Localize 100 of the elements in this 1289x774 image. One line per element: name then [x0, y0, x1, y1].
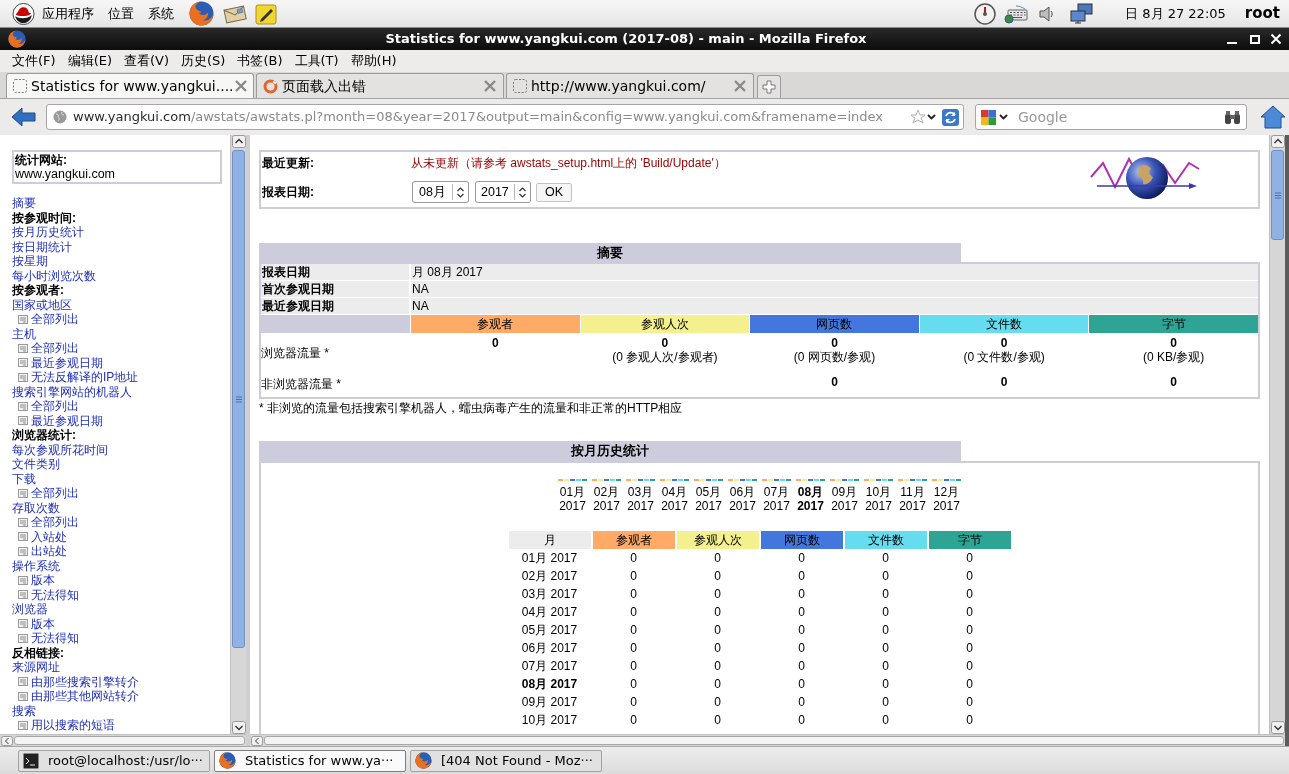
menu-link[interactable]: 由那些搜索引擎转介 [31, 674, 139, 689]
menu-link[interactable]: 由那些其他网站转介 [31, 689, 139, 704]
menu-link[interactable]: 按日期统计 [12, 239, 72, 254]
caret-icon[interactable] [999, 114, 1008, 120]
menu-link[interactable]: 全部列出 [31, 341, 79, 356]
menu-link[interactable]: 全部列出 [31, 312, 79, 327]
menu-link[interactable]: 无法得知 [31, 631, 79, 646]
caret-icon[interactable] [927, 114, 936, 120]
menu-item[interactable]: 帮助(H) [344, 52, 403, 70]
menu-link[interactable]: 出站处 [31, 544, 67, 559]
site-name: www.yangkui.com [15, 167, 116, 181]
menu-link[interactable]: 来源网址 [12, 660, 60, 675]
summary-value: 0 [831, 375, 838, 389]
chart-month-label: 03月 [627, 485, 654, 499]
menu-item[interactable]: 编辑(E) [61, 52, 118, 70]
menu-link[interactable]: 用以搜索的短语 [31, 718, 115, 733]
menu-link[interactable]: 无法反解译的IP地址 [31, 370, 139, 385]
panel-menu[interactable]: 系统 [148, 5, 174, 22]
vertical-scrollbar[interactable] [1269, 135, 1285, 734]
menu-item[interactable]: 查看(V) [118, 52, 176, 70]
scrollbar-thumb[interactable] [264, 736, 1284, 745]
summary-value: 0 [831, 336, 838, 350]
search-input[interactable]: Google [1018, 106, 1224, 128]
menu-item[interactable]: 工具(T) [288, 52, 345, 70]
spinner-arrows-icon[interactable] [518, 185, 527, 199]
menu-link[interactable]: 摘要 [12, 196, 36, 211]
maximize-icon[interactable] [1250, 34, 1260, 44]
table-cell-text: 0 [798, 604, 805, 621]
browser-tab[interactable]: 页面载入出错 [256, 73, 504, 98]
taskbar-button[interactable]: root@localhost:/usr/lo··· [18, 749, 210, 772]
table-cell-text: 01月 2017 [521, 550, 578, 567]
menu-link[interactable]: 按星期 [12, 254, 48, 269]
info-label: 报表日期 [261, 264, 409, 280]
browser-icon[interactable] [415, 752, 432, 769]
horizontal-scrollbar[interactable] [0, 734, 246, 746]
back-icon[interactable] [11, 106, 36, 128]
table-cell-text: 0 [714, 694, 721, 711]
menu-link[interactable]: 版本 [31, 573, 55, 588]
envelope-icon[interactable] [223, 3, 247, 24]
chart-month-label: 09月 [831, 485, 858, 499]
menu-item[interactable]: 文件(F) [6, 52, 62, 70]
taskbar-button[interactable]: [404 Not Found - Moz··· [410, 749, 602, 772]
list-icon [18, 517, 28, 527]
year-select[interactable]: 2017 [475, 181, 531, 203]
speaker-icon[interactable] [1039, 4, 1056, 23]
browser-tab[interactable]: http://www.yangkui.com/ [506, 73, 754, 98]
panel-menu[interactable]: 位置 [108, 5, 134, 22]
menu-link[interactable]: 国家或地区 [12, 297, 72, 312]
search-field[interactable]: Google [975, 104, 1247, 130]
summary-value: 0 [1000, 375, 1008, 389]
menu-link[interactable]: 浏览器 [12, 602, 48, 617]
menu-link[interactable]: 版本 [31, 616, 55, 631]
menu-link[interactable]: 文件类别 [12, 457, 60, 472]
summary-note: (0 文件数/参观) [963, 350, 1045, 364]
reload-icon[interactable] [942, 108, 959, 126]
address-field[interactable]: www.yangkui.com/awstats/awstats.pl?month=08&year=2017&output=main&config=www.yangkui.com&framename=index [46, 104, 964, 130]
menu-link[interactable]: 全部列出 [31, 399, 79, 414]
menu-link[interactable]: 操作系统 [12, 558, 60, 573]
ok-button[interactable]: OK [536, 182, 572, 202]
spinner-arrows-icon[interactable] [456, 185, 465, 199]
scrollbar-thumb[interactable] [232, 150, 245, 648]
new-tab-button[interactable] [757, 75, 781, 98]
hat-logo-icon[interactable] [12, 2, 35, 25]
menu-link[interactable]: 每次参观所花时间 [12, 442, 108, 457]
menu-link[interactable]: 最近参观日期 [31, 413, 103, 428]
menu-link[interactable]: 下载 [12, 471, 36, 486]
keyboard-icon[interactable] [1004, 3, 1029, 24]
menu-link[interactable]: 全部列出 [31, 515, 79, 530]
menu-link[interactable]: 主机 [12, 326, 36, 341]
menu-link[interactable]: 无法得知 [31, 587, 79, 602]
month-select[interactable]: 08月 [412, 181, 469, 203]
search-engine-icon[interactable] [981, 109, 996, 125]
scrollbar-thumb[interactable] [1271, 150, 1284, 240]
panel-menu[interactable]: 应用程序 [42, 5, 94, 22]
menu-link[interactable]: 最近参观日期 [31, 355, 103, 370]
menu-link[interactable]: 入站处 [31, 529, 67, 544]
globe-icon [53, 110, 67, 124]
menu-item[interactable]: 书签(B) [231, 52, 289, 70]
vertical-scrollbar[interactable] [230, 135, 246, 734]
network-icon[interactable] [1070, 2, 1094, 25]
terminal-icon[interactable] [23, 752, 39, 769]
menu-link[interactable]: 搜索 [12, 703, 36, 718]
menu-item[interactable]: 历史(S) [175, 52, 232, 70]
binoculars-icon[interactable] [1224, 109, 1241, 125]
browser-tab[interactable]: Statistics for www.yangkui.... [6, 73, 254, 98]
browser-icon[interactable] [189, 1, 214, 26]
menu-link[interactable]: 按月历史统计 [12, 225, 84, 240]
menu-link[interactable]: 存取次数 [12, 500, 60, 515]
taskbar-button[interactable]: Statistics for www.ya··· [214, 749, 406, 772]
scrollbar-thumb[interactable] [14, 736, 245, 745]
browser-icon[interactable] [219, 752, 236, 769]
star-icon[interactable] [910, 109, 926, 125]
menu-link[interactable]: 搜索引擎网站的机器人 [12, 384, 132, 399]
browser-icon[interactable] [8, 30, 26, 48]
horizontal-scrollbar[interactable] [250, 734, 1285, 746]
gauge-icon[interactable] [974, 2, 997, 25]
note-pencil-icon[interactable] [255, 2, 277, 25]
home-icon[interactable] [1260, 105, 1286, 129]
menu-link[interactable]: 全部列出 [31, 486, 79, 501]
menu-link[interactable]: 每小时浏览次数 [12, 268, 96, 283]
